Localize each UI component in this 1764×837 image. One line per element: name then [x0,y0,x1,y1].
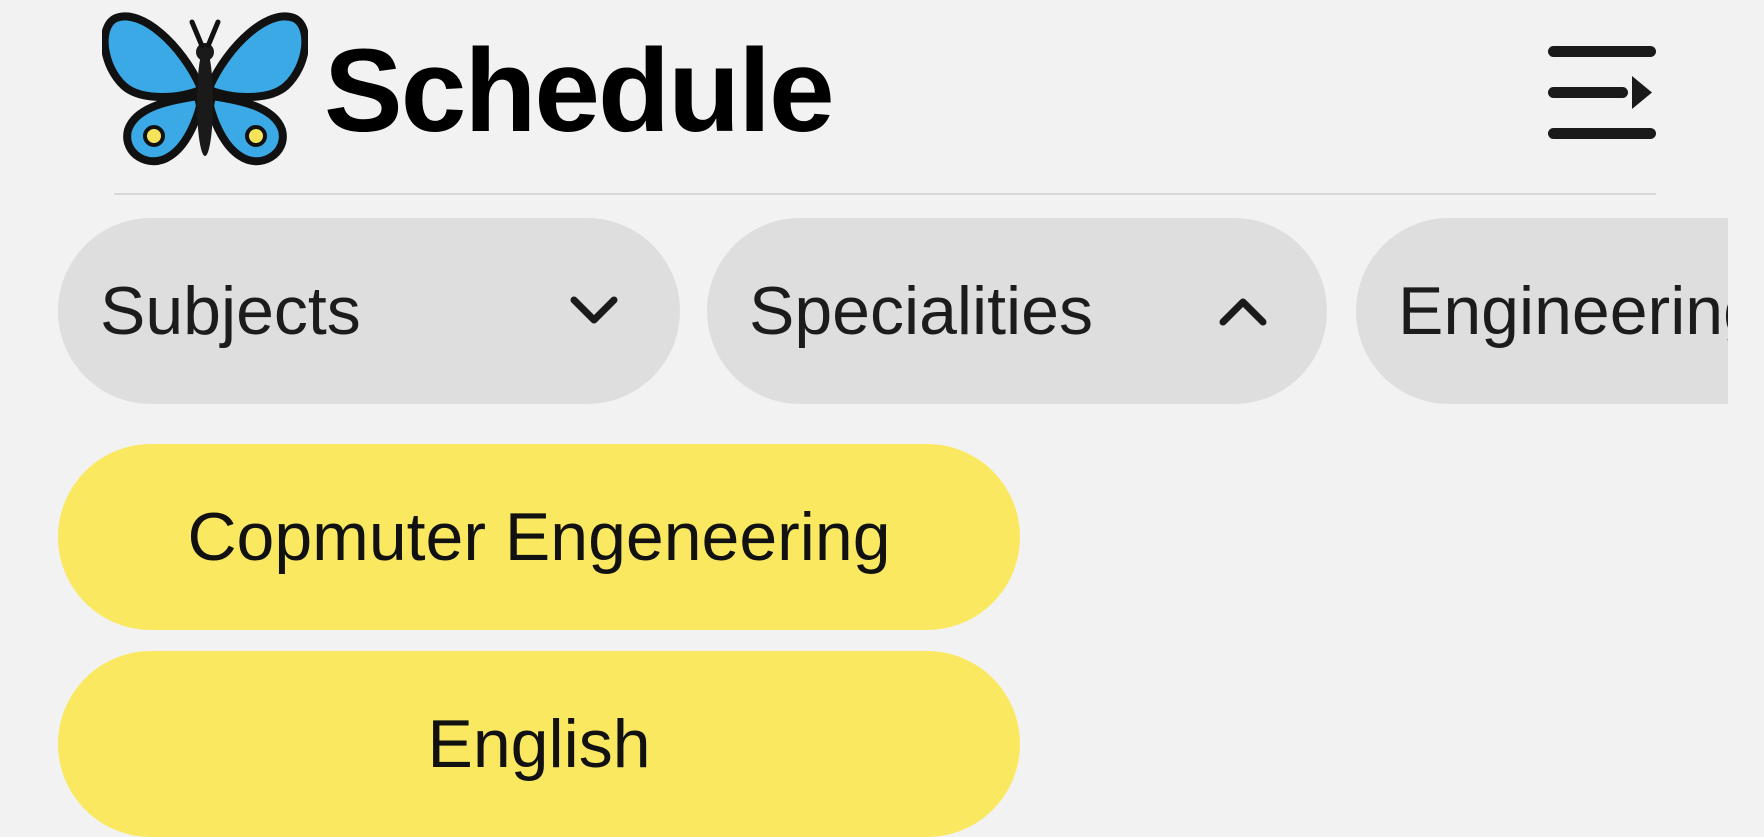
filter-chip-specialities[interactable]: Specialities [707,218,1327,404]
menu-button[interactable] [1540,38,1664,148]
chip-label: Subjects [100,273,361,349]
chevron-up-icon [1219,298,1267,326]
dropdown-option[interactable]: Copmuter Engeneering [58,444,1020,630]
filter-chip-row[interactable]: Subjects Specialities Engineering [0,218,1728,404]
filter-chip-engineering[interactable]: Engineering [1356,218,1728,404]
butterfly-icon [100,6,310,174]
app-screen: Schedule Subjects Specialities Engineeri… [0,0,1764,837]
filter-chip-subjects[interactable]: Subjects [58,218,680,404]
chip-label: Specialities [749,273,1093,349]
chevron-down-icon [570,296,618,324]
app-header: Schedule [100,0,1657,195]
header-divider [114,193,1656,195]
chip-label: Engineering [1398,273,1728,349]
menu-collapse-icon [1548,46,1656,139]
app-title: Schedule [324,25,835,157]
dropdown-option[interactable]: English [58,651,1020,837]
